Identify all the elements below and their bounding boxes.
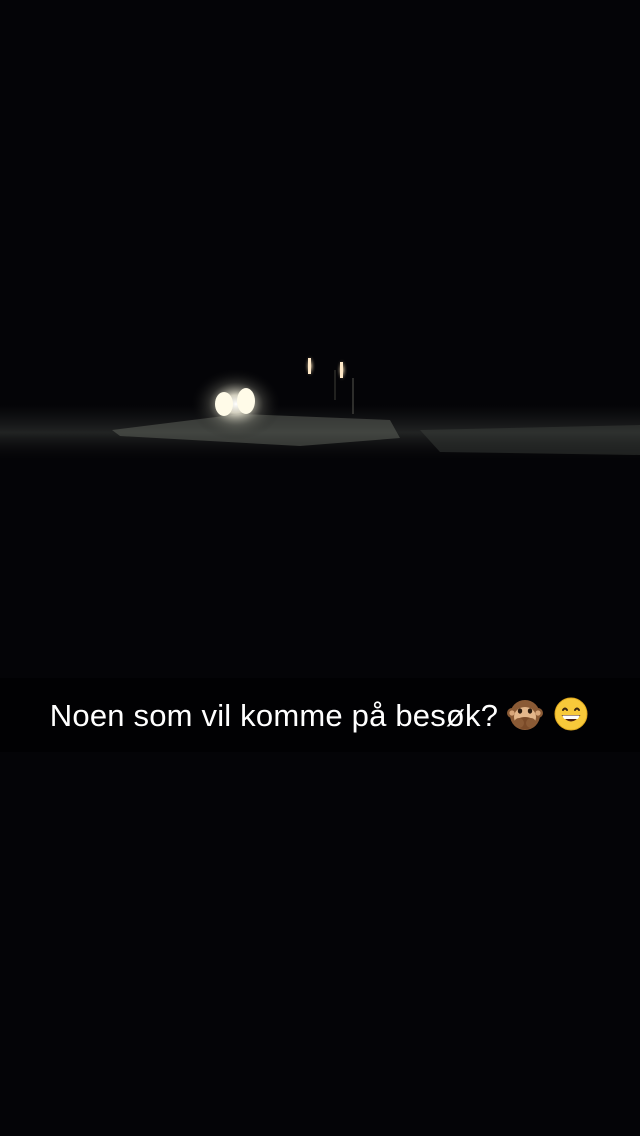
distant-light-core bbox=[308, 358, 311, 374]
caption-text: Noen som vil komme på besøk? bbox=[49, 697, 499, 733]
post bbox=[352, 378, 354, 414]
post bbox=[334, 370, 336, 400]
headlight-right bbox=[237, 388, 255, 414]
grinning-face-icon bbox=[552, 695, 590, 733]
caption-bar: Noen som vil komme på besøk? bbox=[0, 678, 640, 752]
headlight-glow bbox=[190, 368, 282, 440]
night-scene bbox=[0, 0, 640, 1136]
see-no-evil-monkey-icon bbox=[506, 695, 544, 733]
headlight-left bbox=[215, 392, 233, 416]
grass-glow bbox=[420, 425, 640, 455]
snap-photo bbox=[0, 0, 640, 1136]
distant-light-core bbox=[340, 362, 343, 378]
